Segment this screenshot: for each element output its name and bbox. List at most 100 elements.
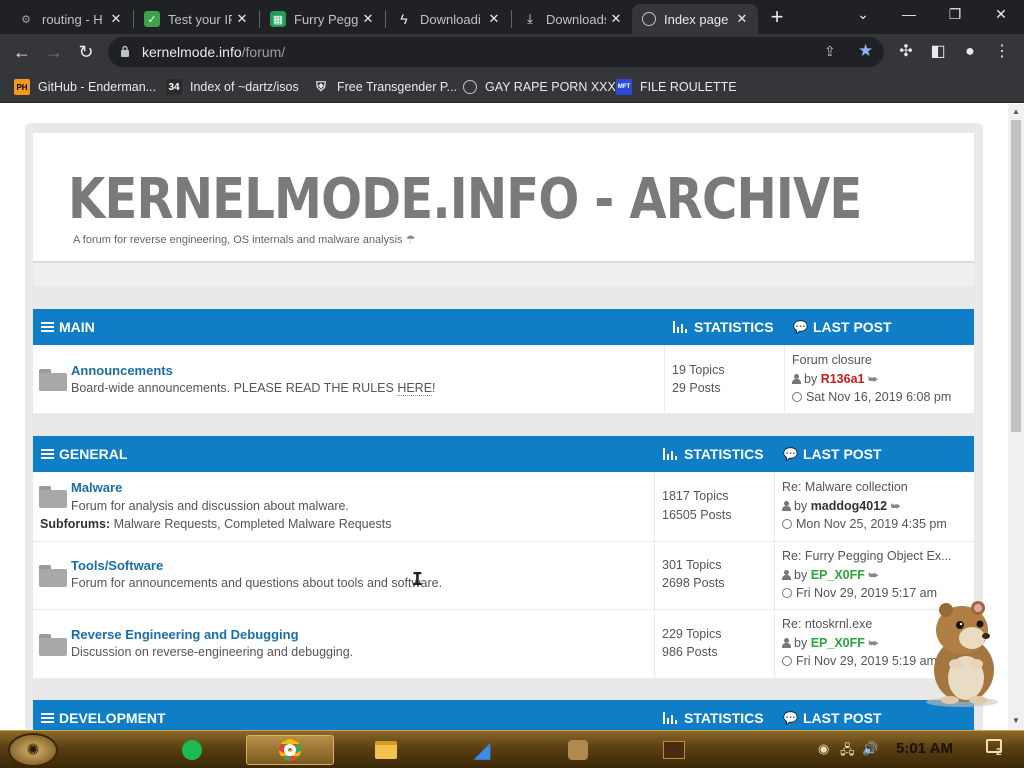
start-button[interactable]: ✺ xyxy=(8,733,58,767)
username-link[interactable]: R136a1 xyxy=(821,372,865,386)
close-icon[interactable]: ✕ xyxy=(358,11,378,27)
list-icon xyxy=(41,712,54,724)
tray-app-icon[interactable]: ◉ xyxy=(818,741,829,757)
clock-icon xyxy=(782,656,792,666)
scroll-up-icon[interactable]: ▲ xyxy=(1012,107,1020,116)
scroll-down-icon[interactable]: ▼ xyxy=(1012,716,1020,725)
tab-routing[interactable]: ⚙ routing - H ✕ xyxy=(8,4,132,34)
side-panel-icon[interactable]: ◧ xyxy=(928,42,948,62)
username-link[interactable]: EP_X0FF xyxy=(811,568,865,582)
category-title[interactable]: GENERAL xyxy=(59,446,127,462)
site-title[interactable]: KERNELMODE.INFO - ARCHIVE xyxy=(68,167,862,232)
user-icon xyxy=(782,638,791,648)
hamster-desktop-pet[interactable] xyxy=(916,598,1008,708)
category-title[interactable]: DEVELOPMENT xyxy=(59,710,166,726)
last-post-title[interactable]: Re: Malware collection xyxy=(782,480,908,494)
last-post-title[interactable]: Re: ntoskrnl.exe xyxy=(782,617,872,631)
category-main: MAIN STATISTICS 💬 LAST POST Announcement… xyxy=(33,309,974,414)
taskbar-app-2[interactable] xyxy=(630,735,718,765)
forum-title[interactable]: Malware xyxy=(71,480,122,495)
taskbar-wireshark[interactable]: ◢ xyxy=(438,735,526,765)
topic-count: 1817 Topics xyxy=(662,489,729,503)
reload-button[interactable]: ↻ xyxy=(74,40,98,64)
username-link[interactable]: EP_X0FF xyxy=(811,636,865,650)
bookmarks-bar: PH GitHub - Enderman... 34 Index of ~dar… xyxy=(0,70,1024,103)
close-icon[interactable]: ✕ xyxy=(732,11,752,27)
forum-title[interactable]: Reverse Engineering and Debugging xyxy=(71,627,299,642)
start-orb-icon: ✺ xyxy=(26,742,40,759)
text-cursor-icon: I xyxy=(412,569,423,590)
tab-index-page[interactable]: Index page ✕ xyxy=(632,4,758,34)
bookmark-free-transgender[interactable]: ⛨ Free Transgender P... xyxy=(313,76,457,98)
forward-button[interactable]: → xyxy=(42,40,66,64)
tab-downloads[interactable]: ⤓ Downloads ✕ xyxy=(512,4,632,34)
folder-icon xyxy=(39,369,67,391)
rules-link[interactable]: HERE xyxy=(397,381,433,396)
tab-search-button[interactable]: ⌄ xyxy=(840,4,886,28)
site-header: KERNELMODE.INFO - ARCHIVE A forum for re… xyxy=(33,133,974,262)
goto-post-icon[interactable]: ⮩ xyxy=(868,638,878,650)
address-bar[interactable]: kernelmode.info/forum/ ⇪ ★ xyxy=(108,37,884,67)
close-icon[interactable]: ✕ xyxy=(484,11,504,27)
close-icon[interactable]: ✕ xyxy=(232,11,252,27)
share-icon[interactable]: ⇪ xyxy=(824,43,836,60)
post-count: 2698 Posts xyxy=(662,576,725,590)
tab-test-ip[interactable]: ✓ Test your IP ✕ xyxy=(134,4,258,34)
taskbar-spotify[interactable] xyxy=(176,735,208,765)
forum-wrap: KERNELMODE.INFO - ARCHIVE A forum for re… xyxy=(25,123,983,730)
taskbar-app[interactable] xyxy=(534,735,622,765)
close-icon[interactable]: ✕ xyxy=(606,11,626,27)
bookmark-dartz-isos[interactable]: 34 Index of ~dartz/isos xyxy=(166,76,299,98)
forum-title[interactable]: Tools/Software xyxy=(71,558,163,573)
user-icon xyxy=(782,570,791,580)
bar-chart-icon xyxy=(663,712,678,724)
goto-post-icon[interactable]: ⮩ xyxy=(868,570,878,582)
taskbar-explorer[interactable] xyxy=(342,735,430,765)
user-icon xyxy=(782,501,791,511)
bar-chart-icon xyxy=(663,448,678,460)
bookmark-github[interactable]: PH GitHub - Enderman... xyxy=(14,76,156,98)
last-post-author: by EP_X0FF ⮩ xyxy=(782,568,879,583)
username-link[interactable]: maddog4012 xyxy=(811,499,887,513)
category-title[interactable]: MAIN xyxy=(59,319,95,335)
window-thumb-icon xyxy=(663,741,685,759)
forum-description: Forum for analysis and discussion about … xyxy=(71,499,349,513)
clock-icon xyxy=(782,519,792,529)
forum-row: Malware Forum for analysis and discussio… xyxy=(33,472,974,542)
subforum-links[interactable]: Malware Requests, Completed Malware Requ… xyxy=(114,517,392,531)
scroll-thumb[interactable] xyxy=(1011,120,1021,432)
new-tab-button[interactable]: + xyxy=(765,6,789,30)
forum-title[interactable]: Announcements xyxy=(71,363,173,378)
umbrella-icon: ☂ xyxy=(405,234,416,246)
goto-post-icon[interactable]: ⮩ xyxy=(868,374,878,386)
close-icon[interactable]: ✕ xyxy=(106,11,126,27)
bookmark-file-roulette[interactable]: MFT FILE ROULETTE xyxy=(616,76,737,98)
menu-icon[interactable]: ⋮ xyxy=(992,42,1012,62)
bookmark-gay-rape[interactable]: GAY RAPE PORN XXX xyxy=(463,76,616,98)
tab-downloading[interactable]: ϟ Downloadi ✕ xyxy=(386,4,510,34)
list-icon xyxy=(41,321,54,333)
page-content: KERNELMODE.INFO - ARCHIVE A forum for re… xyxy=(0,104,1008,730)
page-scrollbar[interactable]: ▲ ▼ xyxy=(1008,104,1024,730)
tab-furry-pegging[interactable]: ▦ Furry Pegg ✕ xyxy=(260,4,384,34)
taskbar-chrome[interactable] xyxy=(246,735,334,765)
volume-icon[interactable]: 🔊 xyxy=(862,741,878,757)
lightning-icon: ϟ xyxy=(400,11,408,27)
windows-taskbar: ✺ ◢ ◉ 🖧 🔊 5:01 AM 2 xyxy=(0,730,1024,768)
goto-post-icon[interactable]: ⮩ xyxy=(891,501,901,513)
last-post-title[interactable]: Forum closure xyxy=(792,353,872,367)
profile-icon[interactable]: ● xyxy=(960,42,980,62)
notification-center-button[interactable]: 2 xyxy=(986,739,1008,761)
user-icon xyxy=(792,374,801,384)
back-button[interactable]: ← xyxy=(10,40,34,64)
network-icon[interactable]: 🖧 xyxy=(840,741,855,763)
restore-button[interactable]: ❐ xyxy=(932,4,978,28)
globe-icon xyxy=(463,80,477,94)
forum-row: Announcements Board-wide announcements. … xyxy=(33,345,974,414)
last-post-title[interactable]: Re: Furry Pegging Object Ex... xyxy=(782,549,952,563)
taskbar-clock[interactable]: 5:01 AM xyxy=(896,740,953,757)
close-window-button[interactable]: ✕ xyxy=(978,4,1024,28)
bookmark-star-icon[interactable]: ★ xyxy=(858,41,873,61)
extensions-icon[interactable]: ✣ xyxy=(896,42,916,62)
minimize-button[interactable]: — xyxy=(886,4,932,28)
